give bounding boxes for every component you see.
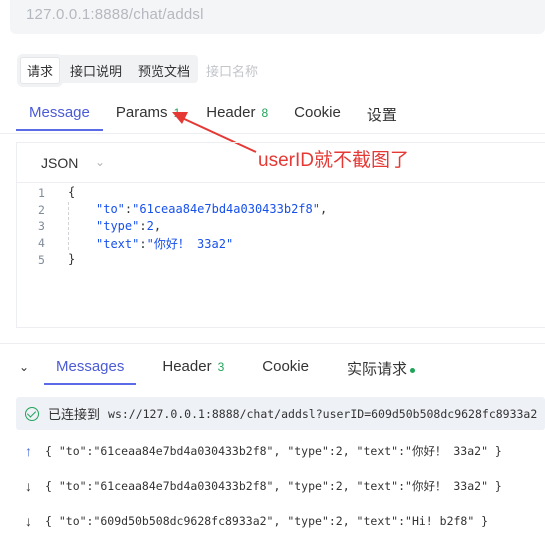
line-number: 2 [38,203,45,217]
code-line-2[interactable]: "to":"61ceaa84e7bd4a030433b2f8", [96,202,327,216]
line-number: 1 [38,186,45,200]
code-line-3[interactable]: "type":2, [96,219,161,233]
line-number: 3 [38,219,45,233]
top-tab-group: 请求 接口说明 预览文档 接口名称 [20,57,268,84]
key-type: "type" [96,219,140,233]
message-text: { "to":"61ceaa84e7bd4a030433b2f8", "type… [45,444,502,458]
check-circle-icon [25,406,39,421]
key-to: "to" [96,202,125,216]
divider [0,133,545,134]
value-to: "61ceaa84e7bd4a030433b2f8" [132,202,320,216]
tab-response-header[interactable]: Header 3 [150,352,236,385]
tab-message[interactable]: Message [16,96,103,131]
tab-messages[interactable]: Messages [44,352,137,385]
code-line-1[interactable]: { [68,185,75,199]
arrow-down-icon: ↓ [25,478,32,494]
header-count-badge: 8 [261,106,269,120]
editor-divider [16,182,545,183]
code-line-5[interactable]: } [68,252,75,266]
tab-settings[interactable]: 设置 [354,96,410,135]
arrow-up-icon: ↑ [25,443,32,459]
tab-response-cookie[interactable]: Cookie [250,352,321,385]
list-item[interactable]: ↑ { "to":"61ceaa84e7bd4a030433b2f8", "ty… [16,436,545,466]
api-name-input[interactable]: 接口名称 [200,58,264,83]
arrow-down-icon: ↓ [25,513,32,529]
brace-close: } [68,252,76,266]
url-text[interactable]: 127.0.0.1:8888/chat/addsl [26,6,204,23]
tab-cookie[interactable]: Cookie [281,96,354,131]
value-type: 2 [146,219,154,233]
connection-label: 已连接到 [48,407,101,422]
format-select[interactable]: JSON [41,155,78,171]
chevron-down-icon[interactable]: ⌄ [95,155,105,169]
tab-api-doc[interactable]: 接口说明 [64,58,128,83]
tab-preview-doc[interactable]: 预览文档 [132,58,196,83]
code-line-4[interactable]: "text":"你好！ 33a2" [96,235,233,252]
message-text: { "to":"609d50b508dc9628fc8933a2", "type… [45,514,489,528]
url-bar[interactable]: 127.0.0.1:8888/chat/addsl [10,0,545,34]
connection-status: 已连接到 ws://127.0.0.1:8888/chat/addsl?user… [16,397,545,430]
list-item[interactable]: ↓ { "to":"609d50b508dc9628fc8933a2", "ty… [16,506,545,536]
key-text: "text" [96,237,140,251]
message-text: { "to":"61ceaa84e7bd4a030433b2f8", "type… [45,479,502,493]
tab-actual-request[interactable]: 实际请求 [335,352,427,389]
brace-open: { [68,185,76,199]
line-number: 5 [38,253,45,267]
divider [0,343,545,344]
list-item[interactable]: ↓ { "to":"61ceaa84e7bd4a030433b2f8", "ty… [16,471,545,501]
value-text: "你好！ 33a2" [146,237,234,251]
indent-guide [68,202,69,250]
line-number: 4 [38,236,45,250]
tab-response-header-label: Header [162,358,212,375]
response-header-count-badge: 3 [217,360,225,374]
tab-request[interactable]: 请求 [20,57,61,84]
response-tabs: ⌄ Messages Header 3 Cookie 实际请求 [16,352,441,388]
connection-url: ws://127.0.0.1:8888/chat/addsl?userID=60… [108,406,538,421]
status-dot [409,367,415,373]
tab-actual-request-label: 实际请求 [346,361,407,378]
chevron-down-icon[interactable]: ⌄ [16,352,44,382]
